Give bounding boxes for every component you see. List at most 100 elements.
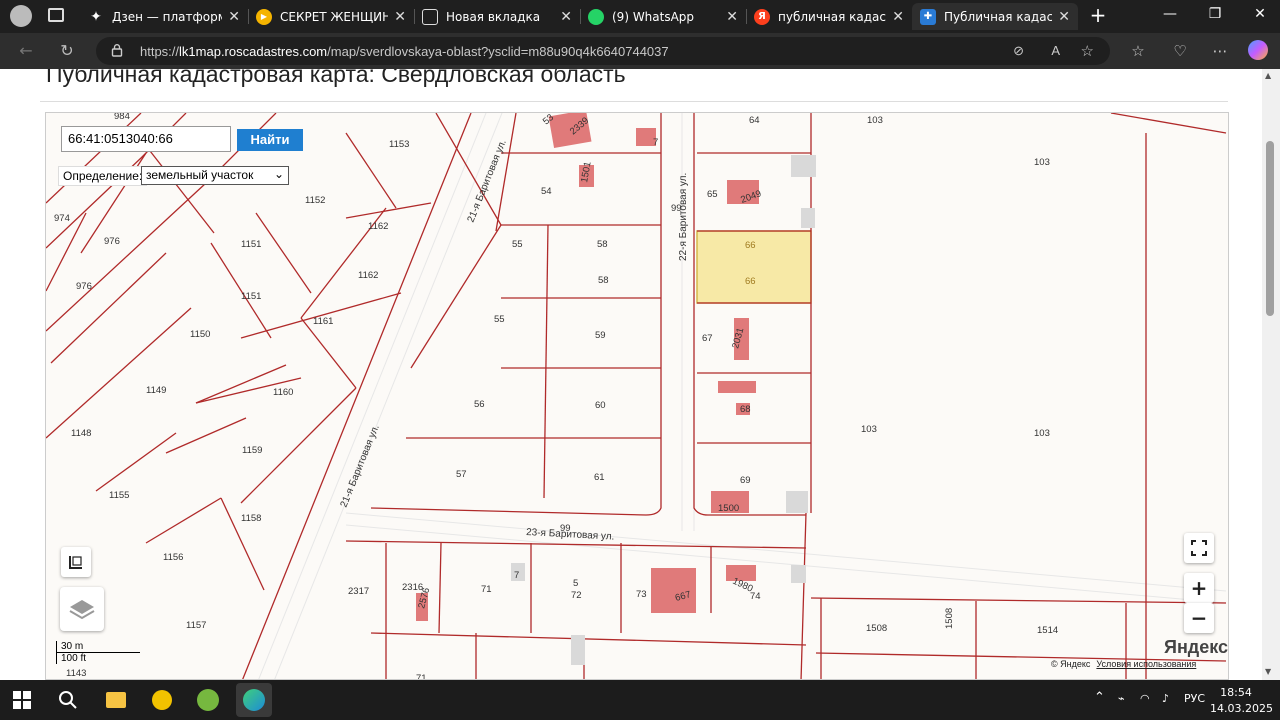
parcel-number-label: 54 [541,186,552,197]
language-indicator[interactable]: РУС [1184,692,1205,705]
cadastral-number-input[interactable]: 66:41:0513040:66 [61,126,231,152]
scrollbar-thumb[interactable] [1266,141,1274,316]
page-scrollbar[interactable]: ▲ ▼ [1262,69,1280,680]
tab-close-icon[interactable]: ✕ [892,9,904,25]
fullscreen-button[interactable] [1184,533,1214,563]
minimize-button[interactable]: — [1160,6,1180,22]
parcel-number-label: 976 [76,281,92,292]
parcel-number-label: 976 [104,236,120,247]
parcel-number-label: 7 [653,137,658,148]
parcel-number-label: 1162 [358,270,378,281]
parcel-number-label: 103 [1034,157,1050,168]
browser-essentials-icon[interactable]: ♡ [1170,42,1190,60]
parcel-number-label: 71 [416,673,427,680]
parcel-number-label: 2317 [348,586,369,597]
parcel-number-label: 59 [595,330,606,341]
parcel-number-label: 1500 [718,503,739,514]
fullscreen-icon [1191,540,1207,556]
file-explorer-icon[interactable] [102,686,130,714]
tab-close-icon[interactable]: ✕ [394,9,406,25]
definition-select[interactable]: земельный участок ⌄ [141,166,289,185]
tab-dzen[interactable]: ✦ Дзен — платформа д ✕ [80,3,248,30]
parcel-number-label: 1156 [163,552,183,563]
tab-whatsapp[interactable]: (9) WhatsApp ✕ [580,3,746,30]
favorites-icon[interactable]: ☆ [1128,42,1148,60]
new-tab-button[interactable]: + [1088,3,1108,27]
find-button[interactable]: Найти [237,129,303,151]
parcel-number-label: 68 [740,404,751,415]
selected-parcel-label: 66 [745,276,756,287]
layers-button[interactable] [60,587,104,631]
clock[interactable]: 18:54 14.03.2025 [1210,685,1273,717]
parcel-number-label: 1162 [368,221,388,232]
terms-link[interactable]: Условия использования [1096,659,1196,669]
parcel-number-label: 60 [595,400,606,411]
close-window-button[interactable]: ✕ [1250,6,1270,22]
parcel-number-label: 1160 [273,387,293,398]
maximize-button[interactable]: ❐ [1205,6,1225,22]
app-triangle-icon[interactable] [148,686,176,714]
tab-close-icon[interactable]: ✕ [726,9,738,25]
map-canvas[interactable]: 984 53 2339764 1031031153150154 65 2049999741… [46,113,1229,680]
read-aloud-icon[interactable]: A [1051,43,1060,58]
tab-close-icon[interactable]: ✕ [228,9,240,25]
parcel-number-label: 7 [514,570,519,581]
new-tab-icon [422,8,438,25]
parcel-number-label: 1508 [944,608,955,629]
tab-yandex-search[interactable]: Я публичная кадастро ✕ [746,3,912,30]
lock-icon [111,44,123,57]
parcel-number-label: 1159 [242,445,262,456]
scroll-down-icon[interactable]: ▼ [1265,667,1271,676]
parcel-number-label: 67 [702,333,713,344]
back-arrow-icon[interactable]: ← [16,41,36,60]
chevron-down-icon: ⌄ [273,167,284,181]
network-icon[interactable]: ⌁ [1118,692,1125,705]
parcel-number-label: 1149 [146,385,166,396]
parcel-number-label: 1161 [313,316,333,327]
scroll-up-icon[interactable]: ▲ [1265,71,1271,80]
profile-avatar-icon[interactable] [10,5,32,27]
more-menu-icon[interactable]: ⋯ [1210,42,1230,60]
parcel-number-label: 5 [573,578,578,589]
parcel-number-label: 1143 [66,668,86,679]
tray-chevron-icon[interactable]: ⌃ [1094,690,1105,705]
page-sheet: Публичная кадастровая карта: Свердловска… [4,69,1262,680]
zoom-in-button[interactable]: + [1184,573,1214,603]
scale-bar: 30 m 100 ft [56,641,140,664]
parcel-number-label: 1158 [241,513,261,524]
edge-icon[interactable] [236,683,272,717]
parcel-number-label: 1151 [241,239,261,250]
volume-icon[interactable]: ♪ [1162,692,1169,705]
rosreestr-icon: ✚ [920,8,936,25]
utorrent-icon[interactable] [194,686,222,714]
parcel-number-label: 58 [598,275,609,286]
parcel-number-label: 1508 [866,623,887,634]
tab-close-icon[interactable]: ✕ [1058,9,1070,25]
zoom-out-button[interactable]: − [1184,603,1214,633]
dzen-icon: ✦ [90,8,102,25]
ruler-icon [69,556,82,569]
favorite-star-icon[interactable]: ☆ [1081,42,1094,60]
tab-close-icon[interactable]: ✕ [560,9,572,25]
tracking-prevention-icon[interactable]: ⊘ [1013,43,1024,59]
copilot-icon[interactable] [1248,40,1268,60]
parcel-number-label: 1150 [190,329,210,340]
page-title: Публичная кадастровая карта: Свердловска… [46,69,626,87]
parcel-number-label: 1155 [109,490,129,501]
tab-cadastral-map[interactable]: ✚ Публичная кадастро ✕ [912,3,1078,30]
layers-icon [69,600,95,620]
street-label: 22-я Баритовая ул. [678,173,689,261]
parcel-number-label: 74 [750,591,761,602]
refresh-icon[interactable]: ↻ [57,41,77,60]
measure-ruler-button[interactable] [61,547,91,577]
parcel-number-label: 65 [707,189,718,200]
tab-actions-icon[interactable] [48,8,64,22]
wifi-icon[interactable]: ◠ [1140,692,1150,705]
search-icon[interactable] [54,686,82,714]
tab-new-tab[interactable]: Новая вкладка ✕ [414,3,580,30]
parcel-number-label: 103 [1034,428,1050,439]
windows-start-icon[interactable] [8,686,36,714]
url-field[interactable]: https://lk1map.roscadastres.com/map/sver… [96,37,1110,65]
tab-video[interactable]: ▶ СЕКРЕТ ЖЕНЩИНЫ ( ✕ [248,3,414,30]
cadastral-map[interactable]: 984 53 2339 7 64 103 103 1153 1501 54 65 2049 99 974 1… [45,112,1229,680]
